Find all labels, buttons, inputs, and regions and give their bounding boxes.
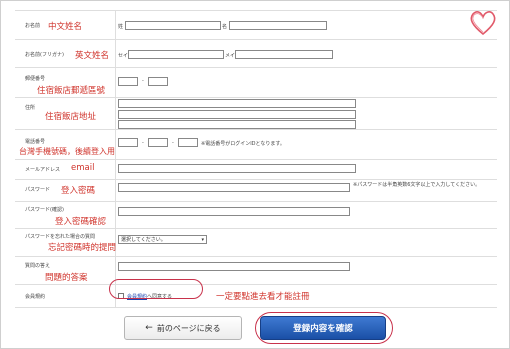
row-phone: 電話番号 台灣手機號碼，後續登入用 - - ※電話番号がログインIDとなります。 <box>15 129 497 160</box>
address-input-1[interactable] <box>118 99 356 108</box>
last-name-label: 姓 <box>118 24 124 30</box>
secret-answer-label: 質問の答え <box>25 263 51 269</box>
password-label: パスワード <box>25 187 51 193</box>
secret-question-label: パスワードを忘れた場合の質問 <box>25 234 96 240</box>
zip-label: 郵便番号 <box>25 76 46 82</box>
zip-annotation: 住宿飯店郵遞區號 <box>37 86 106 96</box>
row-password: パスワード 登入密碼 ※パスワードは半角英数6文字以上で入力してください。 <box>15 179 497 202</box>
submit-highlight-circle <box>255 312 393 344</box>
name-annotation: 中文姓名 <box>48 22 83 32</box>
phone-separator-2: - <box>172 140 174 146</box>
secret-question-select[interactable]: 選択してください。 ▾ <box>118 235 207 244</box>
secret-answer-annotation: 問題的答案 <box>45 273 88 283</box>
password-hint: ※パスワードは半角英数6文字以上で入力してください。 <box>353 182 481 188</box>
back-button-label: 前のページに戻る <box>156 323 221 333</box>
address-input-3[interactable] <box>118 120 356 129</box>
zip-second-input[interactable] <box>148 77 168 86</box>
password-input[interactable] <box>118 183 350 192</box>
password-confirm-label: パスワード(確認) <box>25 207 64 213</box>
first-name-label: 名 <box>222 24 228 30</box>
kana-last-label: セイ <box>118 53 129 59</box>
name-label: お名前 <box>25 23 41 29</box>
kana-label: お名前(フリガナ) <box>25 52 64 58</box>
secret-question-annotation: 忘記密碼時的提問 <box>48 243 117 253</box>
phone-separator-1: - <box>142 140 144 146</box>
terms-label: 会員規約 <box>25 294 46 300</box>
row-terms: 会員規約 会員規約へ同意する 一定要點進去看才能註冊 <box>15 284 497 308</box>
row-email: メールアドレス email <box>15 159 497 180</box>
phone-annotation: 台灣手機號碼，後續登入用 <box>19 147 115 156</box>
kana-first-label: メイ <box>225 53 236 59</box>
password-confirm-input[interactable] <box>118 207 350 216</box>
row-secret-answer: 質問の答え 問題的答案 <box>15 256 497 285</box>
back-button[interactable]: ← 前のページに戻る <box>124 316 242 340</box>
chevron-down-icon: ▾ <box>201 237 204 243</box>
registration-form: お名前 中文姓名 姓 名 お名前(フリガナ) 英文姓名 セイ メイ 郵便番号 住… <box>15 10 497 308</box>
row-name: お名前 中文姓名 姓 名 <box>15 11 497 40</box>
last-name-input[interactable] <box>125 21 221 30</box>
agree-highlight-circle <box>109 279 203 299</box>
email-label: メールアドレス <box>25 167 61 173</box>
row-zip: 郵便番号 住宿飯店郵遞區號 - <box>15 67 497 98</box>
phone-first-input[interactable] <box>118 138 138 147</box>
kana-first-input[interactable] <box>235 50 333 59</box>
arrow-left-icon: ← <box>145 323 153 333</box>
address-input-2[interactable] <box>118 110 356 119</box>
address-label: 住所 <box>25 105 36 111</box>
kana-annotation: 英文姓名 <box>75 51 110 61</box>
email-annotation: email <box>71 163 95 173</box>
phone-hint: ※電話番号がログインIDとなります。 <box>201 141 285 147</box>
phone-second-input[interactable] <box>148 138 168 147</box>
password-annotation: 登入密碼 <box>61 186 96 196</box>
secret-answer-input[interactable] <box>118 262 350 271</box>
kana-last-input[interactable] <box>128 50 224 59</box>
email-input[interactable] <box>118 164 356 173</box>
zip-first-input[interactable] <box>118 77 138 86</box>
zip-separator: - <box>142 78 144 84</box>
phone-label: 電話番号 <box>25 139 46 145</box>
row-address: 住所 住宿飯店地址 <box>15 97 497 130</box>
first-name-input[interactable] <box>229 21 327 30</box>
row-kana: お名前(フリガナ) 英文姓名 セイ メイ <box>15 39 497 68</box>
terms-annotation: 一定要點進去看才能註冊 <box>216 292 310 302</box>
row-secret-question: パスワードを忘れた場合の質問 忘記密碼時的提問 選択してください。 ▾ <box>15 228 497 257</box>
row-password-confirm: パスワード(確認) 登入密碼確認 <box>15 201 497 229</box>
phone-third-input[interactable] <box>178 138 198 147</box>
password-confirm-annotation: 登入密碼確認 <box>55 217 107 227</box>
secret-question-value: 選択してください。 <box>121 237 166 243</box>
address-annotation: 住宿飯店地址 <box>45 112 97 122</box>
